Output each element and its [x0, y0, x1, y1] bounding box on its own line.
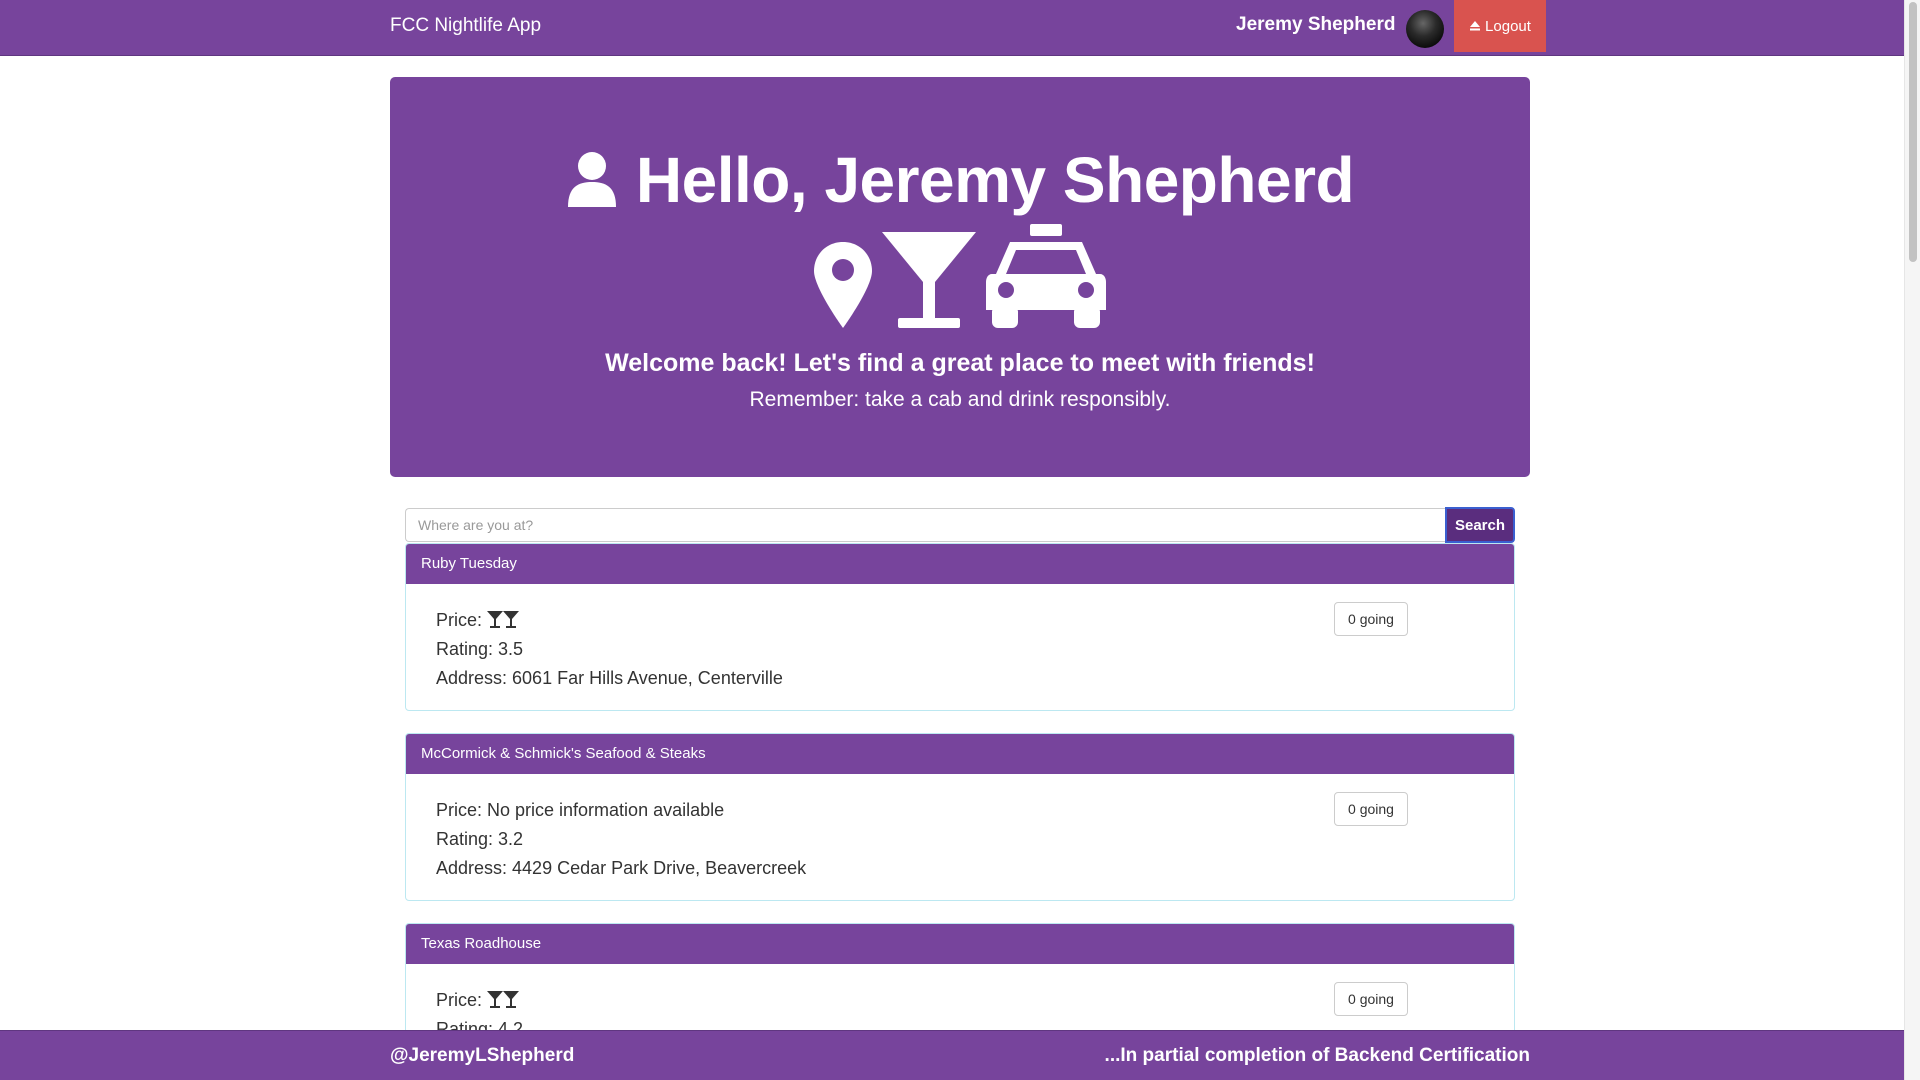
venue-price: Price: — [436, 606, 1484, 635]
map-marker-icon — [814, 242, 872, 328]
venue-address: Address: 4429 Cedar Park Drive, Beavercr… — [436, 858, 807, 878]
venue-details: Price: No price information available Ra… — [406, 774, 1514, 900]
brand-link[interactable]: FCC Nightlife App — [390, 15, 541, 37]
venue-price-label: Price: — [436, 610, 483, 630]
logout-button[interactable]: Logout — [1454, 0, 1546, 52]
going-button[interactable]: 0 going — [1334, 792, 1408, 826]
top-navbar: FCC Nightlife App Jeremy Shepherd Logout — [0, 0, 1904, 56]
going-button[interactable]: 0 going — [1334, 982, 1408, 1016]
search-input[interactable] — [405, 508, 1445, 542]
venue-details: Price: Rating: 3.5 Address: 6061 Far Hil… — [406, 584, 1514, 710]
venue-rating: Rating: 3.5 — [436, 639, 524, 659]
page-scrollbar[interactable] — [1904, 0, 1920, 1080]
venue-price: Price: — [436, 986, 1484, 1015]
venue-address: Address: 6061 Far Hills Avenue, Centervi… — [436, 668, 783, 688]
footer-note: ...In partial completion of Backend Cert… — [1104, 1045, 1530, 1066]
eject-icon — [1470, 21, 1481, 31]
taxi-icon — [986, 224, 1106, 328]
going-button[interactable]: 0 going — [1334, 602, 1408, 636]
hero-banner: Hello, Jeremy Shepherd Welcome back! Let… — [390, 77, 1530, 477]
footer-handle[interactable]: @JeremyLShepherd — [390, 1045, 574, 1067]
hero-greeting-row: Hello, Jeremy Shepherd — [390, 143, 1530, 217]
hero-icon-row — [390, 222, 1530, 330]
scrollbar-thumb[interactable] — [1909, 2, 1917, 262]
search-button[interactable]: Search — [1445, 507, 1515, 543]
cocktail-glass-icon — [487, 991, 504, 1008]
footer-bar: @JeremyLShepherd ...In partial completio… — [0, 1030, 1904, 1080]
reminder-message: Remember: take a cab and drink responsib… — [749, 388, 1171, 411]
venue-name: Ruby Tuesday — [406, 544, 1514, 584]
welcome-message: Welcome back! Let's find a great place t… — [605, 349, 1315, 377]
hero-greeting: Hello, Jeremy Shepherd — [635, 144, 1355, 216]
cocktail-glass-icon — [487, 611, 504, 628]
avatar[interactable] — [1406, 10, 1444, 48]
venue-price-label: Price: — [436, 990, 483, 1010]
venue-price: Price: No price information available — [436, 800, 725, 820]
cocktail-glass-icon — [882, 232, 976, 328]
user-icon — [567, 152, 616, 207]
venue-card: McCormick & Schmick's Seafood & Steaks P… — [405, 733, 1515, 901]
venue-name: McCormick & Schmick's Seafood & Steaks — [406, 734, 1514, 774]
venue-rating: Rating: 3.2 — [436, 829, 524, 849]
nav-user-name[interactable]: Jeremy Shepherd — [1236, 14, 1395, 36]
logout-label: Logout — [1485, 17, 1531, 35]
cocktail-glass-icon — [503, 991, 520, 1008]
cocktail-glass-icon — [503, 611, 520, 628]
venue-name: Texas Roadhouse — [406, 924, 1514, 964]
venue-card: Ruby Tuesday Price: Rating: 3.5 Address:… — [405, 543, 1515, 711]
